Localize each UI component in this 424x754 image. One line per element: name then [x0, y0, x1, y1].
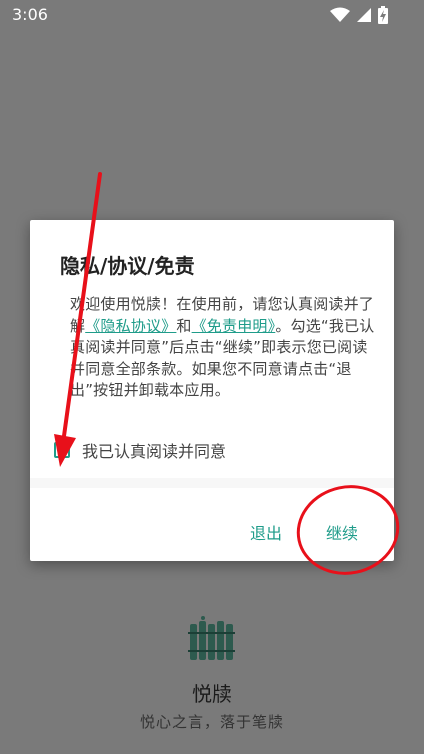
privacy-dialog: 隐私/协议/免责 欢迎使用悦牍！在使用前，请您认真阅读并了解《隐私协议》和《免责… — [30, 220, 394, 561]
dialog-divider — [30, 478, 394, 488]
disclaimer-link[interactable]: 《免责申明》 — [192, 317, 276, 335]
status-time: 3:06 — [12, 5, 48, 24]
agree-checkbox[interactable] — [54, 442, 70, 458]
continue-button[interactable]: 继续 — [320, 516, 364, 548]
signal-icon — [356, 7, 372, 23]
status-icons — [330, 6, 388, 24]
exit-button[interactable]: 退出 — [244, 516, 288, 548]
dialog-body: 欢迎使用悦牍！在使用前，请您认真阅读并了解《隐私协议》和《免责申明》。勾选“我已… — [70, 294, 378, 402]
battery-charging-icon — [378, 6, 388, 24]
agree-label: 我已认真阅读并同意 — [82, 442, 227, 461]
status-bar: 3:06 — [0, 0, 424, 30]
bamboo-slips-icon — [188, 616, 235, 660]
privacy-policy-link[interactable]: 《隐私协议》 — [85, 317, 176, 335]
dialog-title: 隐私/协议/免责 — [60, 254, 195, 278]
wifi-icon — [330, 7, 350, 23]
app-logo — [188, 616, 236, 668]
and-text: 和 — [176, 316, 192, 335]
app-name: 悦牍 — [192, 682, 232, 706]
app-slogan: 悦心之言，落于笔牍 — [139, 713, 284, 731]
agree-row[interactable]: 我已认真阅读并同意 — [54, 438, 226, 462]
